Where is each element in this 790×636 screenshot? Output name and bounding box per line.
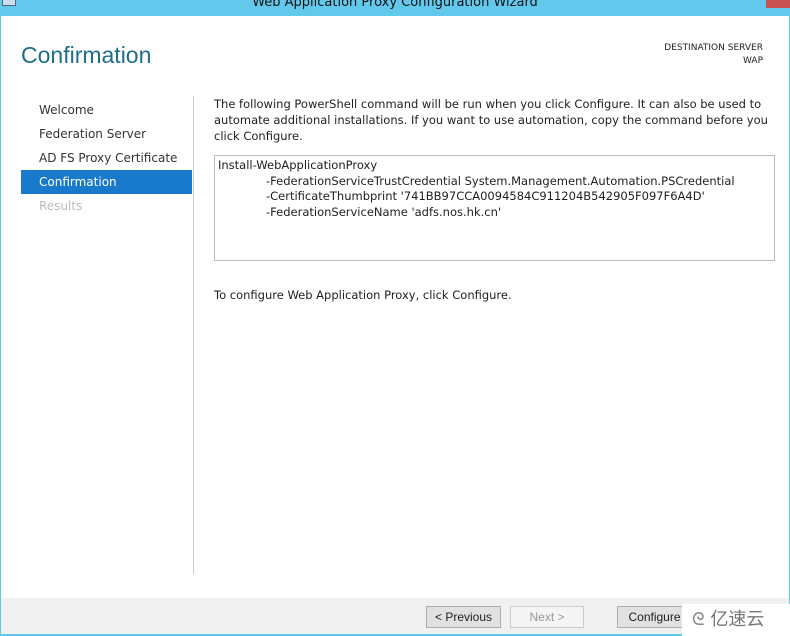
footer: < Previous Next > Configure [0, 598, 790, 636]
destination-server: DESTINATION SERVER WAP [664, 42, 763, 68]
hint-text: To configure Web Application Proxy, clic… [214, 288, 512, 302]
watermark-logo: ᘓ 亿速云 [682, 604, 790, 636]
command-textbox[interactable]: Install-WebApplicationProxy -FederationS… [214, 155, 775, 261]
command-line: -FederationServiceName 'adfs.nos.hk.cn' [266, 204, 502, 219]
wizard-body: Confirmation DESTINATION SERVER WAP Welc… [0, 16, 790, 598]
nav-item-federation-server[interactable]: Federation Server [21, 122, 192, 146]
command-line: Install-WebApplicationProxy [218, 158, 378, 172]
command-line: -CertificateThumbprint '741BB97CCA009458… [266, 189, 705, 203]
previous-button[interactable]: < Previous [426, 606, 501, 628]
watermark-text: 亿速云 [710, 609, 765, 630]
divider [193, 96, 194, 574]
nav-item-welcome[interactable]: Welcome [21, 98, 192, 122]
page-title: Confirmation [21, 42, 152, 68]
window-title: Web Application Proxy Configuration Wiza… [252, 0, 538, 10]
configure-button[interactable]: Configure [617, 606, 692, 628]
close-button[interactable] [766, 0, 790, 8]
command-line: -FederationServiceTrustCredential System… [266, 173, 735, 188]
wizard-nav: Welcome Federation Server AD FS Proxy Ce… [21, 98, 192, 218]
title-bar: Web Application Proxy Configuration Wiza… [0, 0, 790, 16]
nav-item-results: Results [39, 199, 83, 213]
destination-label: DESTINATION SERVER [664, 43, 763, 53]
destination-value: WAP [743, 56, 763, 66]
nav-item-confirmation[interactable]: Confirmation [21, 170, 192, 194]
intro-text: The following PowerShell command will be… [214, 97, 768, 143]
nav-item-proxy-certificate[interactable]: AD FS Proxy Certificate [21, 146, 192, 170]
next-button: Next > [510, 606, 584, 628]
